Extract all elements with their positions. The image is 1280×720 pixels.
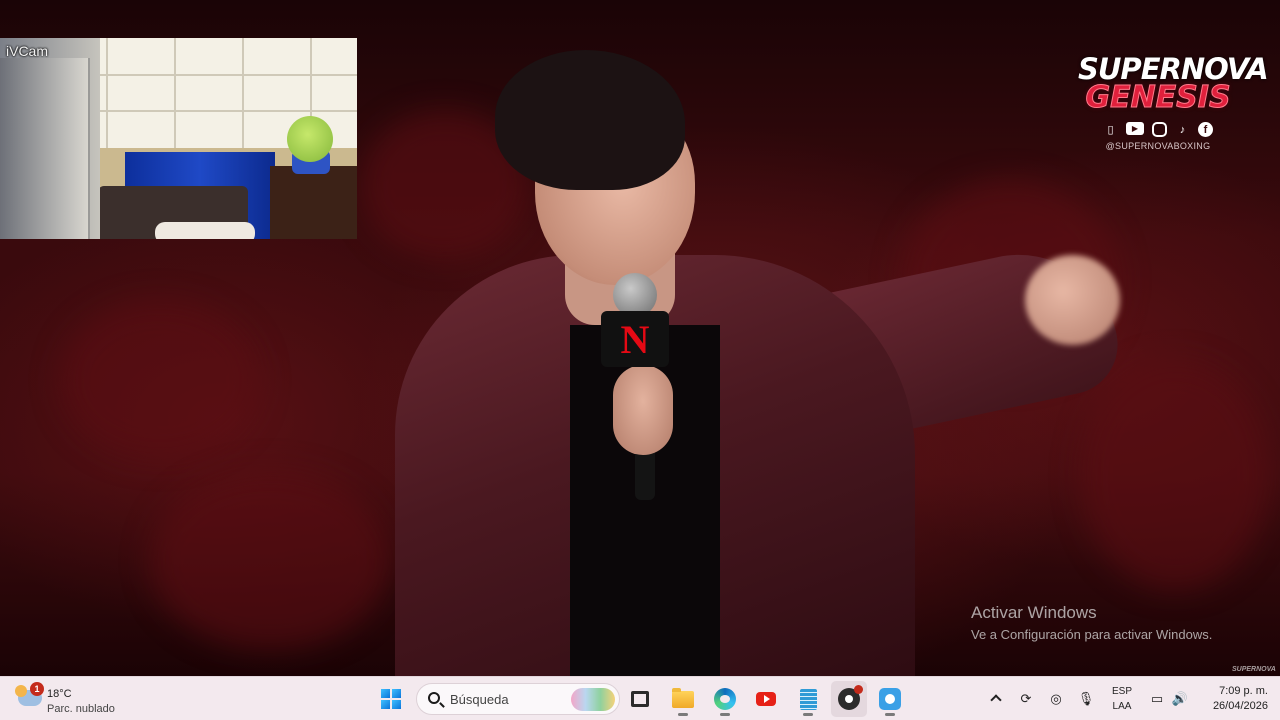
weather-description: Parc. nublado bbox=[47, 703, 115, 715]
microphone-flag: N bbox=[601, 311, 669, 367]
task-view-icon bbox=[631, 691, 649, 707]
notepad-button[interactable] bbox=[790, 681, 826, 717]
clock[interactable]: 7:09 p. m. 26/04/2026 bbox=[1196, 684, 1268, 714]
search-placeholder: Búsqueda bbox=[450, 692, 509, 707]
start-button[interactable] bbox=[373, 681, 409, 717]
twitch-icon: ▯ bbox=[1107, 124, 1114, 136]
weather-widget[interactable]: 1 18°C Parc. nublado bbox=[14, 682, 134, 716]
file-explorer-button[interactable] bbox=[665, 681, 701, 717]
task-view-button[interactable] bbox=[622, 681, 658, 717]
brand-event: GENESIS bbox=[1085, 80, 1231, 115]
taskbar: 1 18°C Parc. nublado Búsqueda ⟳ ◎ 🎙 ESP … bbox=[0, 676, 1280, 720]
performer-hand bbox=[1025, 255, 1120, 345]
youtube-icon bbox=[756, 692, 776, 706]
search-icon bbox=[428, 692, 440, 704]
activate-title: Activar Windows bbox=[971, 603, 1097, 622]
obs-button[interactable] bbox=[831, 681, 867, 717]
brand-handle: @SUPERNOVABOXING bbox=[1105, 141, 1211, 151]
microphone-tray-icon[interactable]: 🎙 bbox=[1077, 690, 1095, 708]
language-indicator[interactable]: ESP LAA bbox=[1106, 684, 1138, 714]
facebook-icon: f bbox=[1198, 122, 1213, 137]
display-icon[interactable]: ▭ bbox=[1148, 690, 1166, 708]
weather-temperature: 18°C bbox=[47, 688, 72, 700]
edge-icon bbox=[714, 688, 736, 710]
search-highlight-icon bbox=[571, 688, 615, 711]
youtube-icon: ▶ bbox=[1126, 122, 1144, 135]
sync-icon[interactable]: ⟳ bbox=[1017, 690, 1035, 708]
tiktok-icon: ♪ bbox=[1179, 123, 1186, 136]
ivcam-icon bbox=[879, 688, 901, 710]
webcam-overlay[interactable]: iVCam bbox=[0, 38, 357, 239]
edge-button[interactable] bbox=[707, 681, 743, 717]
file-explorer-icon bbox=[672, 687, 694, 708]
webcam-dresser bbox=[270, 166, 357, 239]
notepad-icon bbox=[799, 688, 817, 710]
crowd-silhouette bbox=[150, 470, 390, 650]
activate-subtitle: Ve a Configuración para activar Windows. bbox=[971, 627, 1213, 642]
volume-icon[interactable]: 🔊 bbox=[1171, 690, 1189, 708]
keyboard-layout: LAA bbox=[1112, 701, 1132, 712]
webcam-wardrobe bbox=[0, 58, 90, 239]
performer: N bbox=[395, 45, 1127, 676]
brand-logo: SUPERNOVA GENESIS ▯ ▶ ♪ f @SUPERNOVABOXI… bbox=[1078, 54, 1269, 151]
chevron-up-icon bbox=[990, 694, 1002, 706]
show-hidden-icons-button[interactable] bbox=[987, 690, 1005, 708]
webcam-label: iVCam bbox=[6, 43, 49, 59]
social-icons: ▯ ▶ ♪ f bbox=[1078, 122, 1238, 137]
youtube-app-button[interactable] bbox=[748, 681, 784, 717]
clock-date: 26/04/2026 bbox=[1212, 700, 1268, 712]
alien-toy-icon bbox=[287, 116, 333, 162]
search-input[interactable]: Búsqueda bbox=[416, 683, 620, 715]
performer-hair bbox=[495, 50, 685, 190]
webcam-pillow bbox=[155, 222, 255, 239]
language-code: ESP bbox=[1111, 686, 1132, 697]
notification-badge: 1 bbox=[30, 682, 44, 696]
instagram-icon bbox=[1152, 122, 1167, 137]
corner-watermark: SUPERNOVA bbox=[1232, 666, 1276, 673]
obs-icon bbox=[838, 685, 863, 710]
crowd-silhouette bbox=[60, 300, 260, 460]
network-icon[interactable]: ◎ bbox=[1047, 690, 1065, 708]
activate-windows-watermark: Activar Windows Ve a Configuración para … bbox=[971, 603, 1212, 642]
windows-start-icon bbox=[381, 689, 401, 709]
ivcam-button[interactable] bbox=[872, 681, 908, 717]
performer-mic-hand bbox=[613, 365, 673, 455]
clock-time: 7:09 p. m. bbox=[1219, 685, 1268, 697]
